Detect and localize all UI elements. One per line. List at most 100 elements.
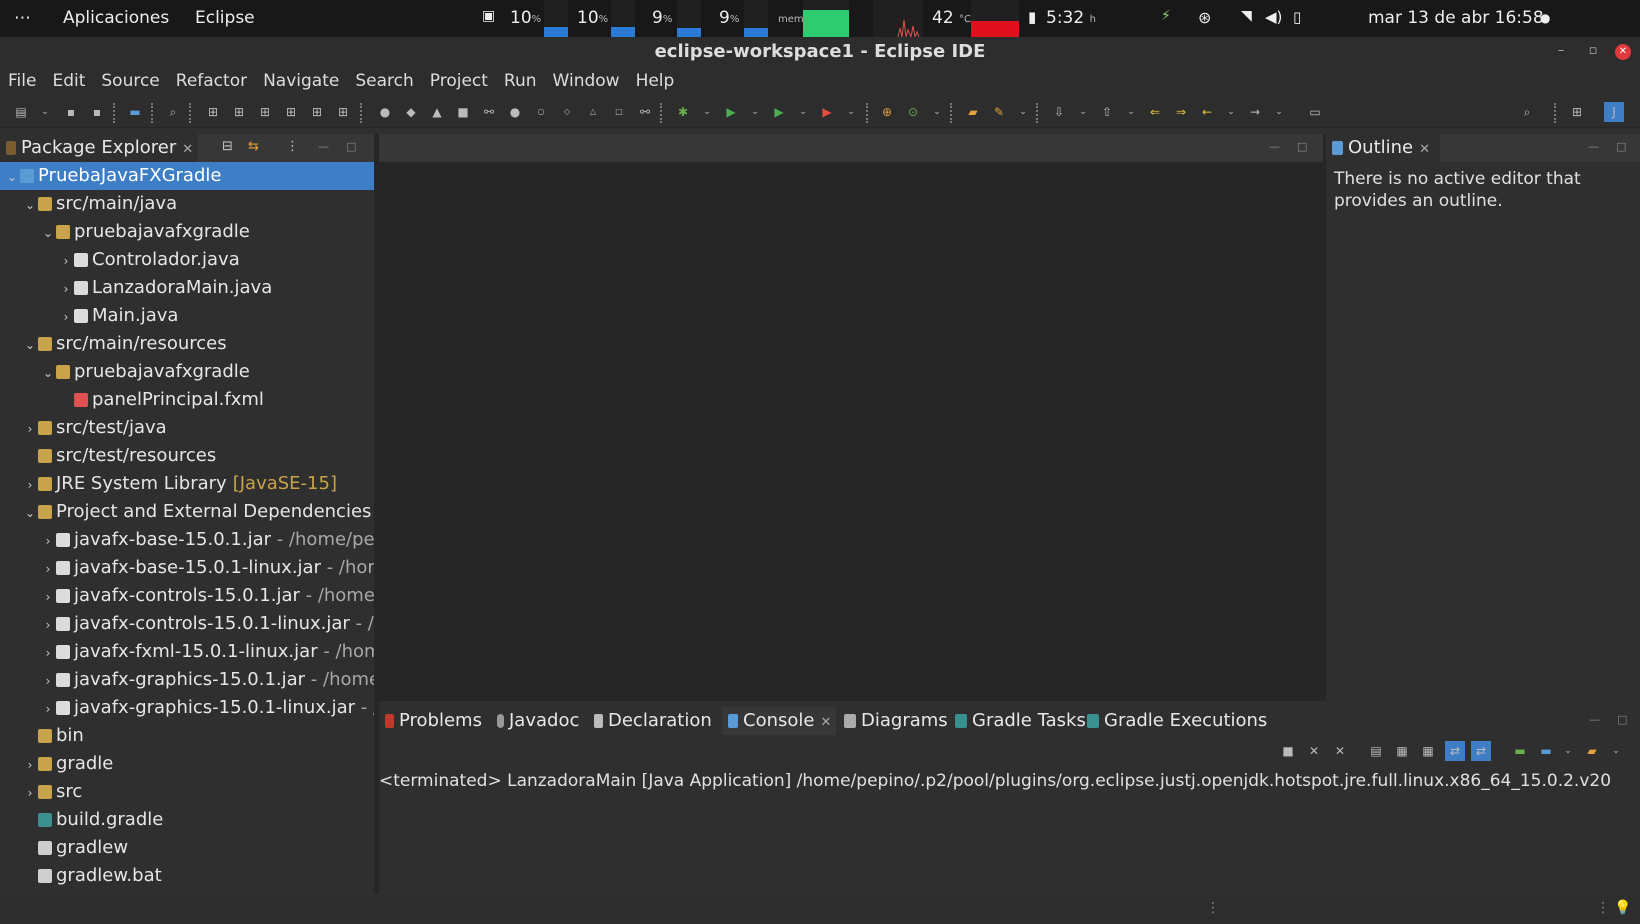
maximize-icon[interactable]: □	[1616, 140, 1626, 153]
chevron-right-icon[interactable]: ›	[40, 583, 56, 610]
shape-dot-icon[interactable]: ●	[508, 105, 522, 119]
shape-small-circle-icon[interactable]: ○	[534, 105, 548, 119]
next-edit-icon[interactable]: ⇒	[1174, 105, 1188, 119]
chevron-right-icon[interactable]: ›	[22, 415, 38, 442]
menu-project[interactable]: Project	[430, 71, 488, 91]
menu-search[interactable]: Search	[355, 71, 413, 91]
chevron-right-icon[interactable]: ›	[22, 751, 38, 778]
coverage-icon[interactable]: ▶	[772, 105, 786, 119]
tree-item[interactable]: › javafx-base-15.0.1.jar - /home/pep	[0, 526, 374, 554]
new-dropdown-icon[interactable]: ⌄	[38, 105, 52, 119]
brush-icon[interactable]: ✎	[992, 105, 1006, 119]
annotation-next-icon[interactable]: ⇩	[1052, 105, 1066, 119]
chevron-down-icon[interactable]: ⌄	[22, 331, 38, 358]
tree-item[interactable]: › javafx-controls-15.0.1-linux.jar - /h	[0, 610, 374, 638]
update-icon[interactable]: ⚡	[1161, 8, 1171, 24]
show-on-stderr-icon[interactable]: ⇄	[1471, 741, 1491, 761]
minimize-button[interactable]: –	[1550, 37, 1572, 67]
back-icon[interactable]: ←	[1200, 105, 1214, 119]
tree-item[interactable]: ⌄ pruebajavafxgradle	[0, 218, 374, 246]
tree-item[interactable]: › javafx-controls-15.0.1.jar - /home/	[0, 582, 374, 610]
pin-console-icon[interactable]: ▬	[1513, 744, 1527, 758]
menu-help[interactable]: Help	[636, 71, 675, 91]
tab-problems[interactable]: Problems	[379, 707, 482, 735]
search-type-icon[interactable]: ⌕	[166, 105, 180, 119]
tree-item[interactable]: src/test/resources	[0, 442, 374, 470]
tree-item[interactable]: › Controlador.java	[0, 246, 374, 274]
terminal-icon[interactable]: ▬	[128, 105, 142, 119]
power-icon[interactable]: ●	[1540, 11, 1550, 25]
tree-item[interactable]: › gradle	[0, 750, 374, 778]
annotation-prev-dropdown-icon[interactable]: ⌄	[1124, 105, 1138, 119]
tab-javadoc[interactable]: Javadoc	[491, 707, 579, 735]
tree-item[interactable]: › Main.java	[0, 302, 374, 330]
scroll-lock-icon[interactable]: ▦	[1395, 744, 1409, 758]
maximize-icon[interactable]: □	[1617, 713, 1627, 726]
display-console-dropdown-icon[interactable]: ⌄	[1561, 744, 1575, 758]
debug-icon[interactable]: ✱	[676, 105, 690, 119]
tree-item[interactable]: gradlew.bat	[0, 862, 374, 890]
tree-item[interactable]: › JRE System Library [JavaSE-15]	[0, 470, 374, 498]
remove-launch-icon[interactable]: ✕	[1307, 744, 1321, 758]
display-console-icon[interactable]: ▬	[1539, 744, 1553, 758]
tree-item[interactable]: ⌄ PruebaJavaFXGradle	[0, 162, 374, 190]
tool-icon-4[interactable]: ⊞	[284, 105, 298, 119]
chevron-right-icon[interactable]: ›	[22, 471, 38, 498]
coverage-dropdown-icon[interactable]: ⌄	[796, 105, 810, 119]
tree-item[interactable]: › javafx-fxml-15.0.1-linux.jar - /home	[0, 638, 374, 666]
debug-dropdown-icon[interactable]: ⌄	[700, 105, 714, 119]
tool-icon-1[interactable]: ⊞	[206, 105, 220, 119]
new-package-icon[interactable]: ⊕	[880, 105, 894, 119]
tool-icon-2[interactable]: ⊞	[232, 105, 246, 119]
shape-triangle-icon[interactable]: ▲	[430, 105, 444, 119]
forward-dropdown-icon[interactable]: ⌄	[1272, 105, 1286, 119]
open-console-icon[interactable]: ▰	[1585, 744, 1599, 758]
shape-diamond-icon[interactable]: ◆	[404, 105, 418, 119]
shape-link-icon[interactable]: ⚯	[482, 105, 496, 119]
pin-editor-icon[interactable]: ▭	[1308, 105, 1322, 119]
tool-icon-5[interactable]: ⊞	[310, 105, 324, 119]
tree-item[interactable]: › src/test/java	[0, 414, 374, 442]
clock[interactable]: mar 13 de abr 16:58	[1368, 8, 1544, 28]
activities-button[interactable]: ⋯	[14, 8, 31, 28]
word-wrap-icon[interactable]: ▦	[1421, 744, 1435, 758]
menu-run[interactable]: Run	[504, 71, 537, 91]
chevron-right-icon[interactable]: ›	[58, 303, 74, 330]
maximize-icon[interactable]: □	[1297, 140, 1307, 153]
annotation-next-dropdown-icon[interactable]: ⌄	[1076, 105, 1090, 119]
close-button[interactable]: ✕	[1612, 37, 1634, 67]
chevron-down-icon[interactable]: ⌄	[4, 163, 20, 190]
save-all-icon[interactable]: ▪	[90, 105, 104, 119]
volume-icon[interactable]: ◀)	[1265, 8, 1282, 26]
last-edit-icon[interactable]: ⇐	[1148, 105, 1162, 119]
tree-item[interactable]: › LanzadoraMain.java	[0, 274, 374, 302]
tab-declaration[interactable]: Declaration	[588, 707, 712, 735]
chevron-right-icon[interactable]: ›	[40, 667, 56, 694]
back-dropdown-icon[interactable]: ⌄	[1224, 105, 1238, 119]
close-icon[interactable]: ✕	[820, 715, 831, 730]
minimize-icon[interactable]: —	[1589, 713, 1600, 726]
tree-item[interactable]: panelPrincipal.fxml	[0, 386, 374, 414]
search-icon[interactable]: ⌕	[1520, 105, 1534, 119]
restore-button[interactable]: ▫	[1582, 37, 1604, 67]
tip-icon[interactable]: 💡	[1614, 900, 1631, 916]
close-icon[interactable]: ✕	[182, 142, 193, 157]
menu-edit[interactable]: Edit	[52, 71, 85, 91]
tree-item[interactable]: ⌄ src/main/resources	[0, 330, 374, 358]
minimize-icon[interactable]: —	[1269, 140, 1280, 153]
open-console-dropdown-icon[interactable]: ⌄	[1609, 744, 1623, 758]
tree-item[interactable]: ⌄ pruebajavafxgradle	[0, 358, 374, 386]
new-class-icon[interactable]: ⊙	[906, 105, 920, 119]
wifi-icon[interactable]: ◥	[1241, 8, 1252, 24]
shape-circle-icon[interactable]: ●	[378, 105, 392, 119]
tree-item[interactable]: › src	[0, 778, 374, 806]
tab-package-explorer[interactable]: Package Explorer ✕	[0, 134, 198, 162]
maximize-icon[interactable]: □	[346, 140, 356, 153]
tree-item[interactable]: › javafx-graphics-15.0.1-linux.jar - /h	[0, 694, 374, 722]
shape-small-square-icon[interactable]: □	[612, 105, 626, 119]
clear-console-icon[interactable]: ▤	[1369, 744, 1383, 758]
show-on-stdout-icon[interactable]: ⇄	[1445, 741, 1465, 761]
tab-outline[interactable]: Outline ✕	[1326, 134, 1440, 162]
collapse-all-icon[interactable]: ⊟	[222, 139, 233, 154]
link-editor-icon[interactable]: ⇆	[248, 139, 259, 154]
